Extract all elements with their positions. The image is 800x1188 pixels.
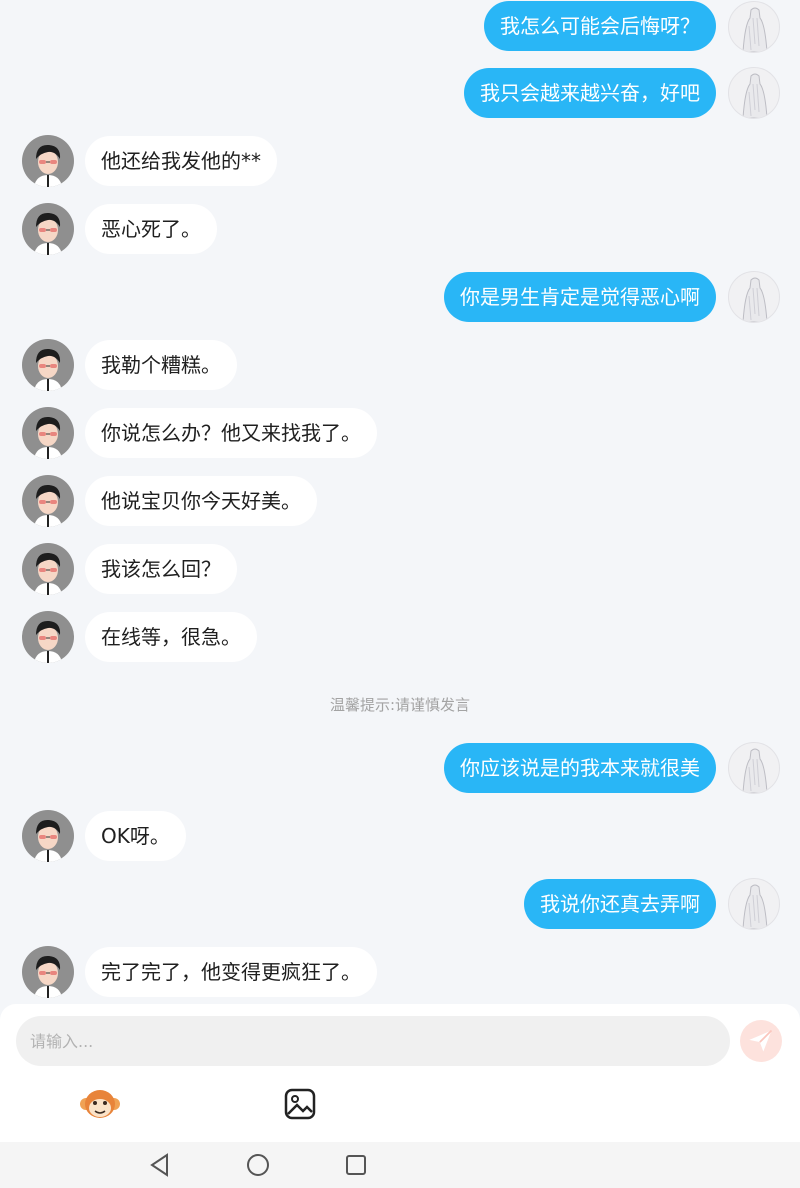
image-button[interactable] (278, 1082, 322, 1126)
back-triangle-icon (150, 1153, 168, 1177)
contact-avatar[interactable] (22, 407, 74, 459)
message-bubble-received[interactable]: 完了完了，他变得更疯狂了。 (85, 947, 377, 997)
message-bubble-sent[interactable]: 我说你还真去弄啊 (524, 879, 716, 929)
contact-avatar[interactable] (22, 339, 74, 391)
message-row-received: 恶心死了。 (0, 203, 800, 255)
composer-bar (0, 1004, 800, 1142)
cartoon-boy-icon (34, 484, 62, 527)
contact-avatar[interactable] (22, 475, 74, 527)
nav-home-button[interactable] (244, 1151, 272, 1179)
message-bubble-received[interactable]: 他说宝贝你今天好美。 (85, 476, 317, 526)
message-bubble-received[interactable]: 你说怎么办？他又来找我了。 (85, 408, 377, 458)
message-bubble-received[interactable]: OK呀。 (85, 811, 186, 861)
dress-figure-icon (742, 748, 768, 793)
message-input[interactable] (16, 1016, 730, 1066)
message-bubble-received[interactable]: 他还给我发他的** (85, 136, 277, 186)
cartoon-boy-icon (34, 955, 62, 998)
my-avatar[interactable] (728, 67, 780, 119)
send-button[interactable] (740, 1020, 782, 1062)
image-icon (284, 1088, 316, 1120)
message-row-received: 完了完了，他变得更疯狂了。 (0, 946, 800, 998)
message-row-sent: 我说你还真去弄啊 (0, 878, 800, 930)
cartoon-boy-icon (34, 819, 62, 862)
contact-avatar[interactable] (22, 543, 74, 595)
message-bubble-received[interactable]: 恶心死了。 (85, 204, 217, 254)
recents-square-icon (346, 1155, 366, 1175)
message-row-sent: 我怎么可能会后悔呀？ (0, 1, 800, 53)
cartoon-boy-icon (34, 416, 62, 459)
contact-avatar[interactable] (22, 810, 74, 862)
contact-avatar[interactable] (22, 203, 74, 255)
my-avatar[interactable] (728, 742, 780, 794)
dress-figure-icon (742, 884, 768, 929)
my-avatar[interactable] (728, 271, 780, 323)
cartoon-boy-icon (34, 620, 62, 663)
message-bubble-sent[interactable]: 你应该说是的我本来就很美 (444, 743, 716, 793)
message-row-received: 我该怎么回？ (0, 543, 800, 595)
message-row-received: OK呀。 (0, 810, 800, 862)
home-circle-icon (247, 1154, 269, 1176)
message-bubble-sent[interactable]: 我怎么可能会后悔呀？ (484, 1, 716, 51)
my-avatar[interactable] (728, 1, 780, 53)
message-bubble-sent[interactable]: 你是男生肯定是觉得恶心啊 (444, 272, 716, 322)
system-notice: 温馨提示:请谨慎发言 (329, 696, 471, 714)
cartoon-boy-icon (34, 144, 62, 187)
monkey-emoji-icon (80, 1090, 120, 1118)
message-row-received: 他说宝贝你今天好美。 (0, 475, 800, 527)
message-row-received: 他还给我发他的** (0, 135, 800, 187)
message-row-sent: 你应该说是的我本来就很美 (0, 742, 800, 794)
nav-back-button[interactable] (146, 1151, 174, 1179)
dress-figure-icon (742, 73, 768, 118)
paper-plane-icon (749, 1029, 773, 1052)
nav-recents-button[interactable] (342, 1151, 370, 1179)
cartoon-boy-icon (34, 348, 62, 391)
message-bubble-received[interactable]: 我勒个糟糕。 (85, 340, 237, 390)
dress-figure-icon (742, 7, 768, 52)
my-avatar[interactable] (728, 878, 780, 930)
message-row-received: 你说怎么办？他又来找我了。 (0, 407, 800, 459)
message-row-received: 在线等，很急。 (0, 611, 800, 663)
chat-area[interactable]: 我怎么可能会后悔呀？ 我只会越来越兴奋，好吧 他还给我发他的** 恶心死了。 你… (0, 0, 800, 1004)
message-bubble-received[interactable]: 我该怎么回？ (85, 544, 237, 594)
cartoon-boy-icon (34, 212, 62, 255)
message-bubble-received[interactable]: 在线等，很急。 (85, 612, 257, 662)
cartoon-boy-icon (34, 552, 62, 595)
contact-avatar[interactable] (22, 611, 74, 663)
message-row-sent: 我只会越来越兴奋，好吧 (0, 67, 800, 119)
system-nav-bar (0, 1142, 800, 1188)
contact-avatar[interactable] (22, 946, 74, 998)
message-row-received: 我勒个糟糕。 (0, 339, 800, 391)
contact-avatar[interactable] (22, 135, 74, 187)
message-row-sent: 你是男生肯定是觉得恶心啊 (0, 271, 800, 323)
message-bubble-sent[interactable]: 我只会越来越兴奋，好吧 (464, 68, 716, 118)
dress-figure-icon (742, 277, 768, 322)
monkey-emoji-button[interactable] (78, 1082, 122, 1126)
